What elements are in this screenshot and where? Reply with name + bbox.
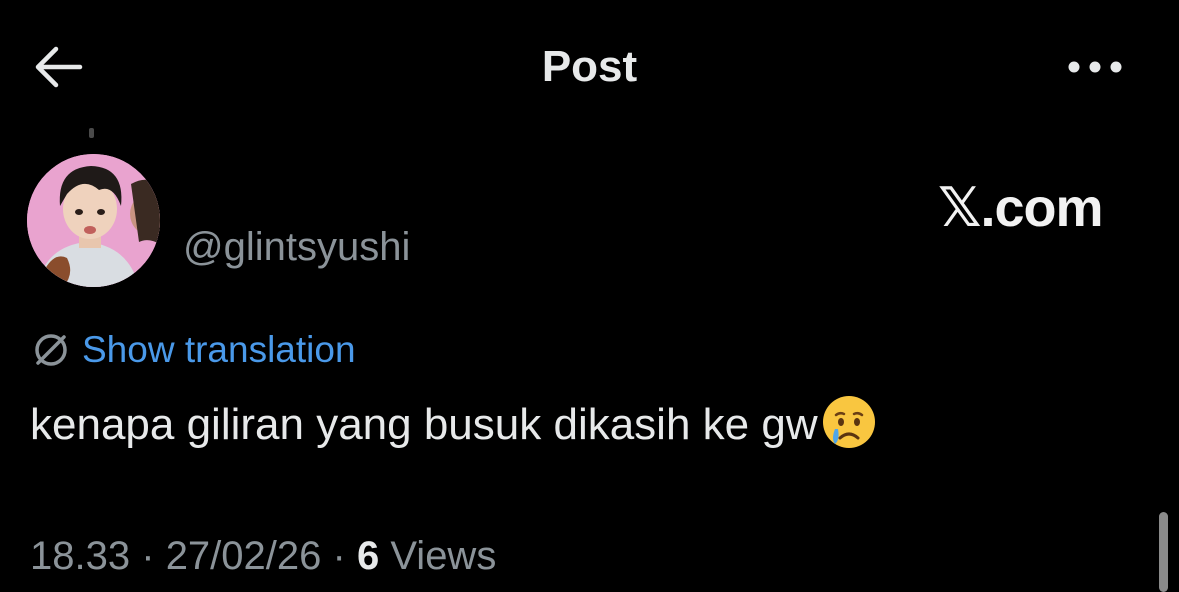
avatar-photo [27,154,160,287]
post-text-content: kenapa giliran yang busuk dikasih ke gw [30,400,818,449]
author-handle[interactable]: @glintsyushi [183,225,410,270]
post-meta: 18.33 · 27/02/26 · 6 Views [30,534,496,579]
crying-face-emoji [820,393,878,451]
top-bar: Post [0,0,1179,130]
translate-icon [35,334,67,366]
views-count: 6 [356,534,380,578]
more-horizontal-icon [1068,61,1122,73]
avatar[interactable] [27,154,160,287]
post-date[interactable]: 27/02/26 [166,534,322,578]
thread-dot [89,128,94,138]
page-title: Post [541,42,638,91]
post-text: kenapa giliran yang busuk dikasih ke gw [30,393,878,451]
post-time[interactable]: 18.33 [30,534,130,578]
meta-separator: · [332,534,346,578]
more-options-button[interactable] [1062,52,1128,82]
watermark-logo: 𝕏.com [938,178,1104,238]
scrollbar[interactable] [1159,512,1168,592]
show-translation-label: Show translation [82,329,356,370]
meta-separator: · [141,534,155,578]
views-label: Views [390,534,497,578]
show-translation-button[interactable]: Show translation [30,328,356,372]
